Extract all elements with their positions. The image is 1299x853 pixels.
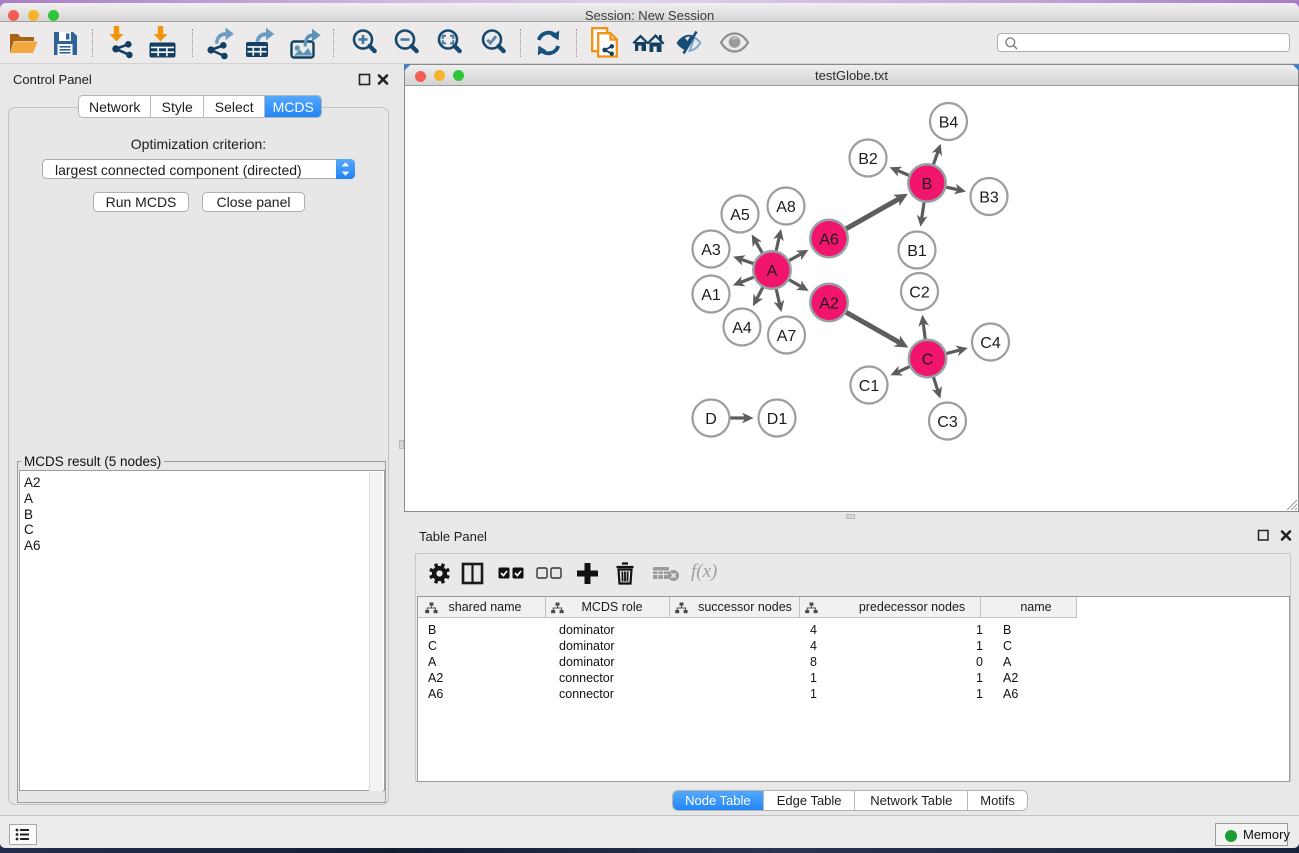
svg-text:A3: A3	[701, 242, 721, 259]
svg-text:B2: B2	[858, 151, 878, 168]
svg-text:A8: A8	[776, 199, 796, 216]
svg-text:A1: A1	[701, 287, 721, 304]
svg-text:B4: B4	[939, 114, 959, 131]
svg-text:B1: B1	[907, 243, 927, 260]
svg-text:C4: C4	[980, 335, 1001, 352]
svg-text:B: B	[922, 176, 933, 193]
svg-text:B3: B3	[979, 189, 999, 206]
svg-text:A: A	[767, 263, 778, 280]
svg-text:A7: A7	[777, 328, 797, 345]
svg-text:A5: A5	[730, 207, 750, 224]
svg-text:A6: A6	[819, 231, 839, 248]
svg-text:A4: A4	[732, 320, 752, 337]
svg-text:D1: D1	[767, 411, 788, 428]
svg-text:C3: C3	[937, 414, 958, 431]
svg-text:A2: A2	[819, 295, 839, 312]
svg-text:C1: C1	[859, 378, 880, 395]
svg-text:C: C	[922, 351, 934, 368]
svg-text:D: D	[705, 411, 717, 428]
svg-text:C2: C2	[909, 284, 930, 301]
